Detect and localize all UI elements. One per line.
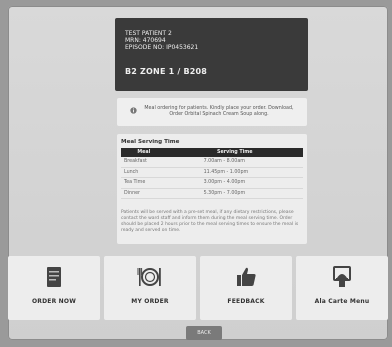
kiosk-screen: TEST PATIENT 2 MRN: 470694 EPISODE NO: I… <box>8 6 388 340</box>
header-serving-time: Serving Time <box>163 148 303 157</box>
table-header-row: Meal Serving Time <box>121 148 303 157</box>
meal-time: 5.30pm - 7.00pm <box>163 188 303 199</box>
header-meal: Meal <box>121 148 164 157</box>
menu-book-icon <box>47 267 61 287</box>
patient-episode: EPISODE NO: IP0453621 <box>125 44 199 52</box>
serving-times-title: Meal Serving Time <box>121 139 180 145</box>
ala-carte-menu-label: Ala Carte Menu <box>314 298 370 305</box>
info-icon <box>130 107 137 114</box>
patient-location: B2 ZONE 1 / B208 <box>125 67 208 76</box>
meal-name: Dinner <box>121 188 164 199</box>
table-row: Tea Time 3.00pm - 4.00pm <box>121 177 303 189</box>
my-order-label: MY ORDER <box>131 298 169 305</box>
patient-details: TEST PATIENT 2 MRN: 470694 EPISODE NO: I… <box>125 30 198 52</box>
table-row: Lunch 11.45pm - 1.00pm <box>121 167 303 178</box>
meal-name: Tea Time <box>121 177 164 189</box>
serving-times-table: Meal Serving Time Breakfast 7.00am - 8.0… <box>121 148 303 199</box>
thumbs-up-icon <box>237 267 256 286</box>
back-button[interactable]: BACK <box>186 326 222 340</box>
serving-times-panel: Meal Serving Time Meal Serving Time Brea… <box>117 134 307 244</box>
meal-name: Lunch <box>121 167 164 178</box>
feedback-button[interactable]: FEEDBACK <box>200 256 292 320</box>
notice-text: Meal ordering for patients. Kindly place… <box>144 106 294 117</box>
serving-times-note: Patients will be served with a pre-set m… <box>121 210 299 233</box>
plate-cutlery-icon <box>137 268 161 286</box>
patient-mrn: MRN: 470694 <box>125 37 166 45</box>
meal-name: Breakfast <box>121 157 164 168</box>
my-order-button[interactable]: MY ORDER <box>104 256 196 320</box>
room-service-icon <box>333 266 351 287</box>
patient-name: TEST PATIENT 2 <box>125 30 172 37</box>
table-row: Dinner 5.30pm - 7.00pm <box>121 188 303 199</box>
table-row: Breakfast 7.00am - 8.00am <box>121 157 303 168</box>
notice-banner: Meal ordering for patients. Kindly place… <box>117 98 307 126</box>
meal-time: 7.00am - 8.00am <box>163 157 303 168</box>
order-now-button[interactable]: ORDER NOW <box>8 256 100 320</box>
feedback-label: FEEDBACK <box>227 298 265 305</box>
ala-carte-menu-button[interactable]: Ala Carte Menu <box>296 256 388 320</box>
meal-time: 3.00pm - 4.00pm <box>163 177 303 189</box>
order-now-label: ORDER NOW <box>31 298 77 305</box>
patient-card: TEST PATIENT 2 MRN: 470694 EPISODE NO: I… <box>115 18 308 91</box>
meal-time: 11.45pm - 1.00pm <box>163 167 303 178</box>
